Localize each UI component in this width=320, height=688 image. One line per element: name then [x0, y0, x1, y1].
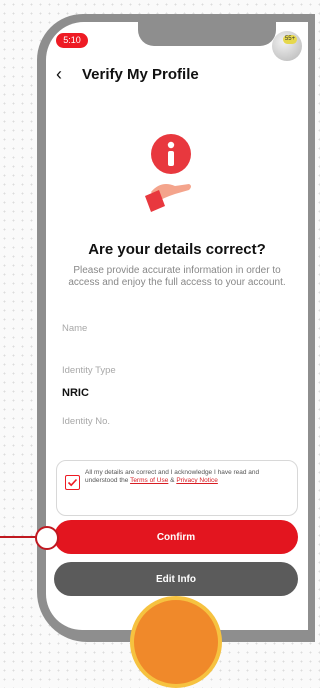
- phone-notch: [138, 22, 276, 46]
- privacy-notice-link[interactable]: Privacy Notice: [176, 477, 218, 484]
- name-label: Name: [62, 323, 88, 334]
- page-title: Verify My Profile: [82, 66, 199, 83]
- phone-screen: 5:10 55+ ‹ Verify My Profile Are your de…: [46, 22, 308, 630]
- identity-type-label: Identity Type: [62, 365, 116, 376]
- callout-line: [0, 536, 36, 538]
- info-hand-illustration-icon: [145, 134, 191, 212]
- callout-marker: [35, 526, 59, 550]
- confirm-button[interactable]: Confirm: [54, 520, 298, 554]
- identity-type-value: NRIC: [62, 387, 89, 399]
- checkmark-icon: [67, 478, 78, 487]
- avatar-badge: 55+: [283, 35, 297, 44]
- consent-text: All my details are correct and I acknowl…: [85, 469, 291, 485]
- status-time: 5:10: [56, 33, 88, 48]
- decorative-bubble: [130, 596, 222, 688]
- edit-info-button[interactable]: Edit Info: [54, 562, 298, 596]
- confirm-subtext: Please provide accurate information in o…: [68, 265, 286, 288]
- consent-checkbox[interactable]: [65, 475, 80, 490]
- consent-box: All my details are correct and I acknowl…: [56, 460, 298, 516]
- back-chevron-icon[interactable]: ‹: [56, 65, 72, 83]
- confirm-headline: Are your details correct?: [88, 241, 266, 258]
- terms-of-use-link[interactable]: Terms of Use: [130, 477, 168, 484]
- identity-no-label: Identity No.: [62, 416, 111, 427]
